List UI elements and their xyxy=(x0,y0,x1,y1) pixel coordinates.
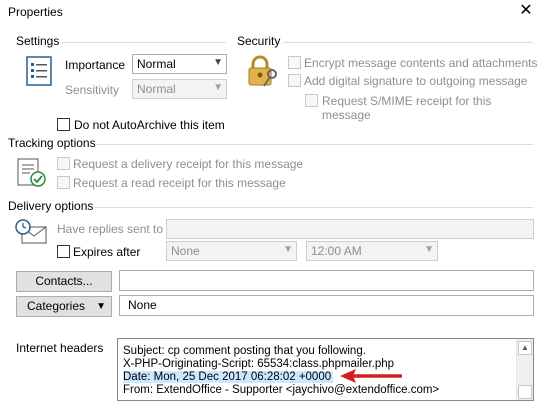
tracking-receipt-icon xyxy=(17,158,49,188)
headers-scrollbar[interactable]: ▲ xyxy=(516,339,533,400)
settings-divider xyxy=(62,42,226,43)
header-date-highlight: Date: Mon, 25 Dec 2017 06:28:02 +0000 xyxy=(123,371,334,383)
delivery-receipt-checkbox[interactable] xyxy=(57,157,70,170)
smime-receipt-checkbox[interactable] xyxy=(305,94,318,107)
settings-icon xyxy=(26,56,52,86)
digital-signature-checkbox[interactable] xyxy=(288,74,301,87)
have-replies-input[interactable] xyxy=(166,219,534,239)
categories-button-label: Categories xyxy=(26,299,86,313)
delivery-clock-envelope-icon xyxy=(14,218,48,246)
scroll-up-icon[interactable]: ▲ xyxy=(518,341,532,355)
sensitivity-select[interactable]: Normal ▼ xyxy=(132,79,227,99)
digital-signature-label: Add digital signature to outgoing messag… xyxy=(304,74,528,88)
window-title: Properties xyxy=(8,5,63,19)
categories-button[interactable]: Categories ▼ xyxy=(16,296,112,317)
autoarchive-checkbox[interactable] xyxy=(57,118,70,131)
header-line-highlighted: Date: Mon, 25 Dec 2017 06:28:02 +0000 xyxy=(123,371,334,384)
chevron-down-icon: ▼ xyxy=(424,244,434,255)
expires-time-select[interactable]: 12:00 AM ▼ xyxy=(306,241,438,261)
security-divider xyxy=(283,42,533,43)
expires-date-select[interactable]: None ▼ xyxy=(166,241,297,261)
internet-headers-textarea[interactable]: Subject: cp comment posting that you fol… xyxy=(117,338,534,401)
chevron-down-icon: ▼ xyxy=(96,301,106,312)
tracking-section-label: Tracking options xyxy=(8,136,96,150)
importance-value: Normal xyxy=(137,57,176,71)
have-replies-label: Have replies sent to xyxy=(57,222,164,236)
header-line: Subject: cp comment posting that you fol… xyxy=(123,345,366,357)
categories-value: None xyxy=(128,298,157,312)
encrypt-label: Encrypt message contents and attachments xyxy=(304,56,538,70)
contacts-button[interactable]: Contacts... xyxy=(16,271,112,292)
sensitivity-value: Normal xyxy=(137,82,176,96)
chevron-down-icon: ▼ xyxy=(283,244,293,255)
delivery-receipt-label: Request a delivery receipt for this mess… xyxy=(73,157,304,171)
sensitivity-label: Sensitivity xyxy=(65,83,120,97)
encrypt-checkbox[interactable] xyxy=(288,56,301,69)
read-receipt-label: Request a read receipt for this message xyxy=(73,176,286,190)
importance-label: Importance xyxy=(65,58,126,72)
settings-section-label: Settings xyxy=(16,34,60,48)
tracking-divider xyxy=(96,144,533,145)
categories-input[interactable]: None xyxy=(119,295,534,316)
scroll-thumb[interactable] xyxy=(518,385,532,399)
red-arrow-annotation xyxy=(338,368,404,384)
expires-after-label: Expires after xyxy=(73,245,141,259)
expires-date-value: None xyxy=(171,244,200,258)
security-section-label: Security xyxy=(237,34,281,48)
autoarchive-label: Do not AutoArchive this item xyxy=(74,118,225,132)
read-receipt-checkbox[interactable] xyxy=(57,176,70,189)
expires-time-value: 12:00 AM xyxy=(311,244,362,258)
expires-after-checkbox[interactable] xyxy=(57,245,70,258)
delivery-divider xyxy=(94,207,533,208)
smime-receipt-label: Request S/MIME receipt for this message xyxy=(322,94,492,122)
importance-select[interactable]: Normal ▼ xyxy=(132,54,227,74)
contacts-input[interactable] xyxy=(119,270,534,291)
header-line: From: ExtendOffice - Supporter <jaychivo… xyxy=(123,384,440,396)
lock-key-icon xyxy=(246,54,280,88)
delivery-section-label: Delivery options xyxy=(8,199,94,213)
chevron-down-icon: ▼ xyxy=(213,57,223,68)
internet-headers-label: Internet headers xyxy=(16,341,104,355)
close-icon[interactable]: ✕ xyxy=(518,2,534,20)
chevron-down-icon: ▼ xyxy=(213,82,223,93)
